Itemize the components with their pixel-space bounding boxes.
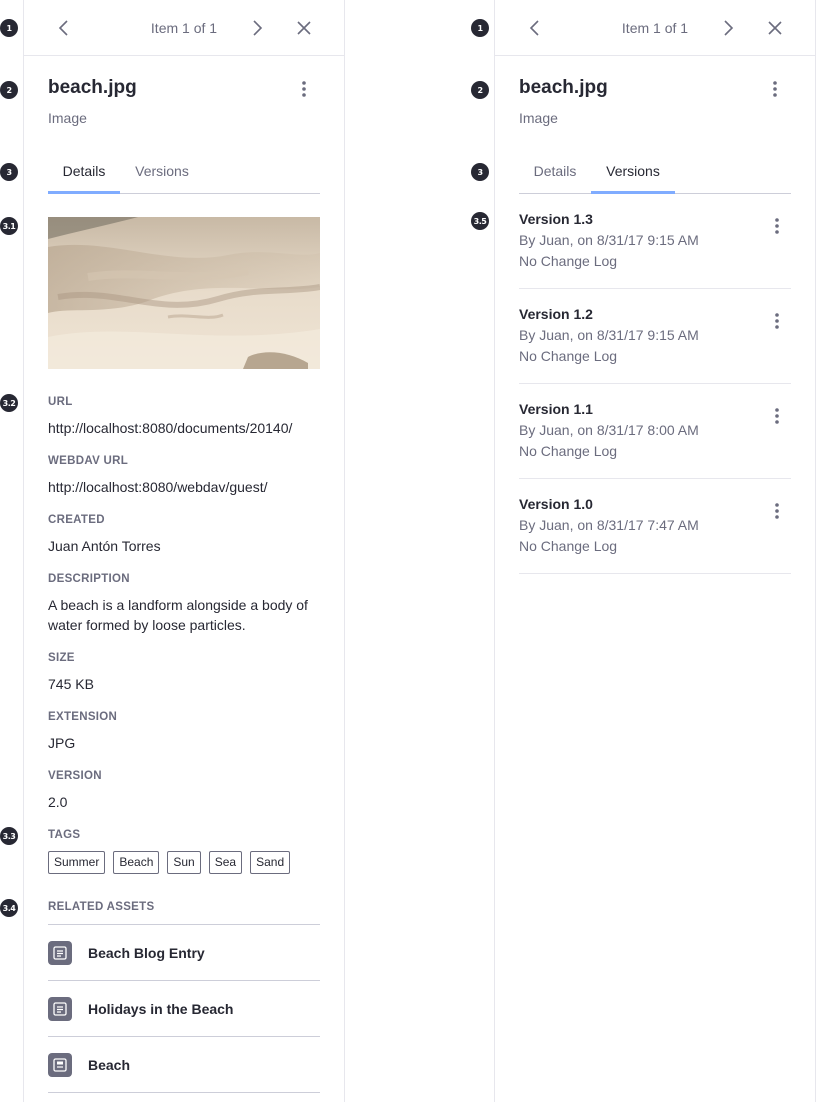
version-change-log: No Change Log: [519, 443, 618, 459]
tab-details[interactable]: Details: [48, 153, 120, 194]
version-author-date: By Juan, on 8/31/17 9:15 AM: [519, 232, 699, 248]
version-value: 2.0: [48, 794, 68, 810]
version-author-date: By Juan, on 8/31/17 9:15 AM: [519, 327, 699, 343]
version-name: Version 1.1: [519, 401, 593, 417]
step-marker-1: 1: [471, 19, 489, 37]
web-content-icon: [48, 940, 72, 965]
version-change-log: No Change Log: [519, 253, 618, 269]
next-item-button[interactable]: [718, 18, 738, 38]
step-marker-3: 3: [0, 163, 18, 181]
tag-label[interactable]: Summer: [48, 851, 106, 874]
close-button[interactable]: [765, 18, 785, 38]
created-value: Juan Antón Torres: [48, 538, 161, 554]
step-marker-3-2: 3.2: [0, 394, 18, 412]
version-item: Version 1.2 By Juan, on 8/31/17 9:15 AM …: [519, 289, 791, 384]
chevron-right-icon: [724, 20, 734, 36]
ellipsis-vertical-icon: [773, 81, 777, 97]
versions-list: Version 1.3 By Juan, on 8/31/17 9:15 AM …: [519, 194, 791, 574]
version-name: Version 1.2: [519, 306, 593, 322]
version-item: Version 1.3 By Juan, on 8/31/17 9:15 AM …: [519, 194, 791, 289]
version-name: Version 1.3: [519, 211, 593, 227]
tags-list: Summer Beach Sun Sea Sand: [48, 851, 291, 874]
step-marker-3: 3: [471, 163, 489, 181]
close-icon: [768, 21, 782, 35]
next-item-button[interactable]: [247, 18, 267, 38]
related-asset-label: Beach: [88, 1056, 131, 1073]
ellipsis-vertical-icon: [775, 408, 779, 424]
file-title: beach.jpg: [519, 77, 608, 98]
step-marker-2: 2: [0, 81, 18, 99]
details-sidebar-panel: Item 1 of 1 beach.jpg Image Details Vers…: [23, 0, 345, 1102]
version-change-log: No Change Log: [519, 348, 618, 364]
related-assets-list: Beach Blog Entry Holidays in the Beach B…: [48, 924, 320, 1093]
file-actions-button[interactable]: [765, 79, 785, 99]
version-author-date: By Juan, on 8/31/17 8:00 AM: [519, 422, 699, 438]
version-change-log: No Change Log: [519, 538, 618, 554]
step-marker-1: 1: [0, 19, 18, 37]
related-assets-label: RELATED ASSETS: [48, 901, 155, 913]
file-type: Image: [519, 110, 558, 126]
version-author-date: By Juan, on 8/31/17 7:47 AM: [519, 517, 699, 533]
webdav-url-label: WEBDAV URL: [48, 455, 129, 467]
size-value: 745 KB: [48, 676, 94, 692]
ellipsis-vertical-icon: [302, 81, 306, 97]
tag-label[interactable]: Sea: [208, 851, 243, 874]
tab-details[interactable]: Details: [519, 153, 591, 193]
webdav-url-value[interactable]: http://localhost:8080/webdav/guest/: [48, 477, 320, 497]
tag-label[interactable]: Sun: [167, 851, 201, 874]
size-label: SIZE: [48, 652, 75, 664]
version-actions-button[interactable]: [767, 501, 787, 521]
image-preview: [48, 217, 320, 369]
tag-label[interactable]: Sand: [250, 851, 291, 874]
version-name: Version 1.0: [519, 496, 593, 512]
version-actions-button[interactable]: [767, 406, 787, 426]
description-label: DESCRIPTION: [48, 573, 130, 585]
item-navigation-bar: Item 1 of 1: [24, 0, 344, 56]
extension-value: JPG: [48, 735, 76, 751]
version-actions-button[interactable]: [767, 216, 787, 236]
tab-versions[interactable]: Versions: [120, 153, 204, 193]
related-asset-item[interactable]: Beach: [48, 1037, 320, 1093]
step-marker-3-4: 3.4: [0, 899, 18, 917]
tab-versions[interactable]: Versions: [591, 153, 675, 194]
sidebar-tabs: Details Versions: [48, 153, 320, 194]
url-label: URL: [48, 396, 73, 408]
version-item: Version 1.0 By Juan, on 8/31/17 7:47 AM …: [519, 479, 791, 574]
url-value[interactable]: http://localhost:8080/documents/20140/: [48, 418, 320, 438]
related-asset-item[interactable]: Holidays in the Beach: [48, 981, 320, 1037]
sidebar-tabs: Details Versions: [519, 153, 791, 194]
web-content-icon: [48, 996, 72, 1021]
item-navigation-bar: Item 1 of 1: [495, 0, 815, 56]
close-button[interactable]: [294, 18, 314, 38]
ellipsis-vertical-icon: [775, 218, 779, 234]
related-asset-item[interactable]: Beach Blog Entry: [48, 925, 320, 981]
step-marker-3-3: 3.3: [0, 827, 18, 845]
chevron-right-icon: [253, 20, 263, 36]
step-marker-3-5: 3.5: [471, 212, 489, 230]
related-asset-label: Holidays in the Beach: [88, 1000, 234, 1017]
document-icon: [48, 1052, 72, 1077]
file-title: beach.jpg: [48, 77, 137, 98]
tag-label[interactable]: Beach: [113, 851, 160, 874]
beach-sand-image: [48, 217, 320, 369]
related-asset-label: Beach Blog Entry: [88, 944, 205, 961]
version-item: Version 1.1 By Juan, on 8/31/17 8:00 AM …: [519, 384, 791, 479]
step-marker-2: 2: [471, 81, 489, 99]
ellipsis-vertical-icon: [775, 503, 779, 519]
tags-label: TAGS: [48, 829, 81, 841]
file-type: Image: [48, 110, 87, 126]
file-actions-button[interactable]: [294, 79, 314, 99]
ellipsis-vertical-icon: [775, 313, 779, 329]
version-actions-button[interactable]: [767, 311, 787, 331]
description-value: A beach is a landform alongside a body o…: [48, 597, 308, 633]
extension-label: EXTENSION: [48, 711, 118, 723]
step-marker-3-1: 3.1: [0, 217, 18, 235]
created-label: CREATED: [48, 514, 105, 526]
versions-sidebar-panel: Item 1 of 1 beach.jpg Image Details Vers…: [494, 0, 816, 1102]
close-icon: [297, 21, 311, 35]
version-label: VERSION: [48, 770, 102, 782]
